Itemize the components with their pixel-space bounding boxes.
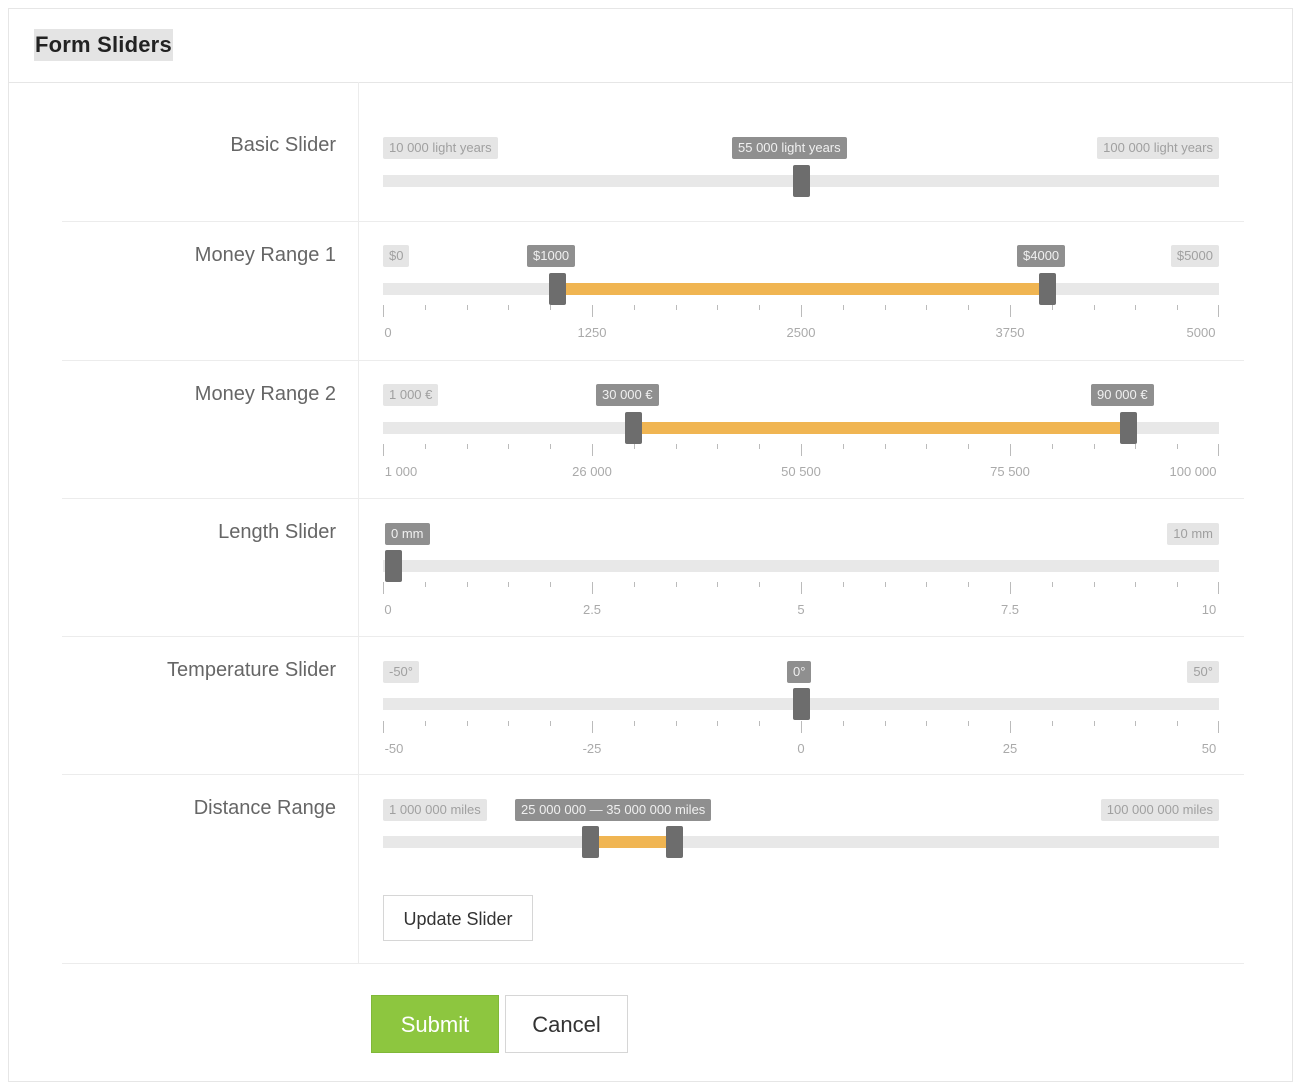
tick-label: 0 xyxy=(384,325,392,340)
money-range-1-fill xyxy=(558,283,1047,295)
money-range-2-to-handle[interactable] xyxy=(1120,412,1137,444)
tick-label: 2500 xyxy=(786,325,816,340)
temperature-slider-min-chip: -50° xyxy=(383,661,419,683)
length-slider[interactable]: 0 mm 10 mm xyxy=(383,523,1219,582)
update-slider-button[interactable]: Update Slider xyxy=(383,895,533,941)
tick-label: 3750 xyxy=(995,325,1025,340)
row-divider xyxy=(358,82,359,221)
row-divider xyxy=(358,221,359,360)
length-slider-track[interactable] xyxy=(383,560,1219,572)
tick-label: 1 000 xyxy=(384,464,418,479)
tick-label: 5 xyxy=(797,602,805,617)
tick-label: 75 500 xyxy=(990,464,1030,479)
length-slider-handle[interactable] xyxy=(385,550,402,582)
distance-range-from-handle[interactable] xyxy=(582,826,599,858)
row-divider xyxy=(358,636,359,774)
money-range-2-min-chip: 1 000 € xyxy=(383,384,439,406)
tick-label: -50 xyxy=(384,741,404,756)
money-range-1-from-chip: $1000 xyxy=(527,245,576,267)
temperature-slider-scale: -50 -25 0 25 50 xyxy=(383,721,1219,756)
distance-range-fill xyxy=(599,836,667,848)
money-range-1-label: Money Range 1 xyxy=(194,244,336,266)
money-range-1-max-chip: $5000 xyxy=(1170,245,1219,267)
distance-range-min-chip: 1 000 000 miles xyxy=(383,799,487,821)
basic-slider-value-chip: 55 000 light years xyxy=(732,137,847,159)
money-range-1-to-chip: $4000 xyxy=(1017,245,1066,267)
basic-slider-max-chip: 100 000 light years xyxy=(1097,137,1219,159)
money-range-2-to-chip: 90 000 € xyxy=(1091,384,1154,406)
form-body: Basic Slider 10 000 light years 100 000 … xyxy=(0,0,1293,1082)
tick-label: 50 500 xyxy=(781,464,821,479)
cancel-button[interactable]: Cancel xyxy=(505,995,628,1053)
money-range-1-min-chip: $0 xyxy=(383,245,410,267)
temperature-slider-handle[interactable] xyxy=(793,688,810,720)
tick-label: 5000 xyxy=(1186,325,1216,340)
money-range-2-slider[interactable]: 1 000 € 30 000 € 90 000 € xyxy=(383,384,1219,444)
distance-range-track[interactable] xyxy=(383,836,1219,848)
basic-slider-label: Basic Slider xyxy=(230,134,336,156)
money-range-1-from-handle[interactable] xyxy=(549,273,566,305)
length-slider-value-chip: 0 mm xyxy=(385,523,430,545)
row-divider xyxy=(358,774,359,963)
submit-button[interactable]: Submit xyxy=(371,995,499,1053)
money-range-2-from-chip: 30 000 € xyxy=(596,384,659,406)
distance-range-label: Distance Range xyxy=(193,797,336,819)
money-range-2-label: Money Range 2 xyxy=(194,383,336,405)
length-slider-label: Length Slider xyxy=(218,521,336,543)
row-divider xyxy=(358,360,359,498)
tick-label: 25 xyxy=(1002,741,1018,756)
tick-label: 2.5 xyxy=(582,602,602,617)
tick-label: 26 000 xyxy=(572,464,612,479)
tick-label: 100 000 xyxy=(1169,464,1217,479)
row-divider xyxy=(358,498,359,636)
tick-label: -25 xyxy=(582,741,602,756)
length-slider-scale: 0 2.5 5 7.5 10 xyxy=(383,582,1219,617)
length-slider-max-chip: 10 mm xyxy=(1167,523,1219,545)
distance-range-max-chip: 100 000 000 miles xyxy=(1100,799,1219,821)
money-range-1-to-handle[interactable] xyxy=(1039,273,1056,305)
temperature-slider[interactable]: -50° 50° 0° xyxy=(383,661,1219,720)
basic-slider[interactable]: 10 000 light years 100 000 light years 5… xyxy=(383,137,1219,197)
distance-range-value-chip: 25 000 000 — 35 000 000 miles xyxy=(515,799,712,821)
basic-slider-min-chip: 10 000 light years xyxy=(383,137,498,159)
basic-slider-handle[interactable] xyxy=(793,165,810,197)
temperature-slider-value-chip: 0° xyxy=(787,661,812,683)
distance-range-slider[interactable]: 1 000 000 miles 100 000 000 miles 25 000… xyxy=(383,799,1219,858)
tick-label: 0 xyxy=(384,602,392,617)
money-range-2-from-handle[interactable] xyxy=(625,412,642,444)
distance-range-to-handle[interactable] xyxy=(666,826,683,858)
temperature-slider-max-chip: 50° xyxy=(1187,661,1219,683)
money-range-1-scale: 0 1250 2500 3750 5000 xyxy=(383,305,1219,340)
tick-label: 10 xyxy=(1201,602,1217,617)
money-range-2-scale: 1 000 26 000 50 500 75 500 100 000 xyxy=(383,444,1219,479)
money-range-2-fill xyxy=(642,422,1120,434)
tick-label: 50 xyxy=(1201,741,1217,756)
money-range-1-slider[interactable]: $0 $5000 $1000 $4000 xyxy=(383,245,1219,305)
tick-label: 1250 xyxy=(577,325,607,340)
tick-label: 0 xyxy=(797,741,805,756)
tick-label: 7.5 xyxy=(1000,602,1020,617)
temperature-slider-label: Temperature Slider xyxy=(167,659,336,681)
